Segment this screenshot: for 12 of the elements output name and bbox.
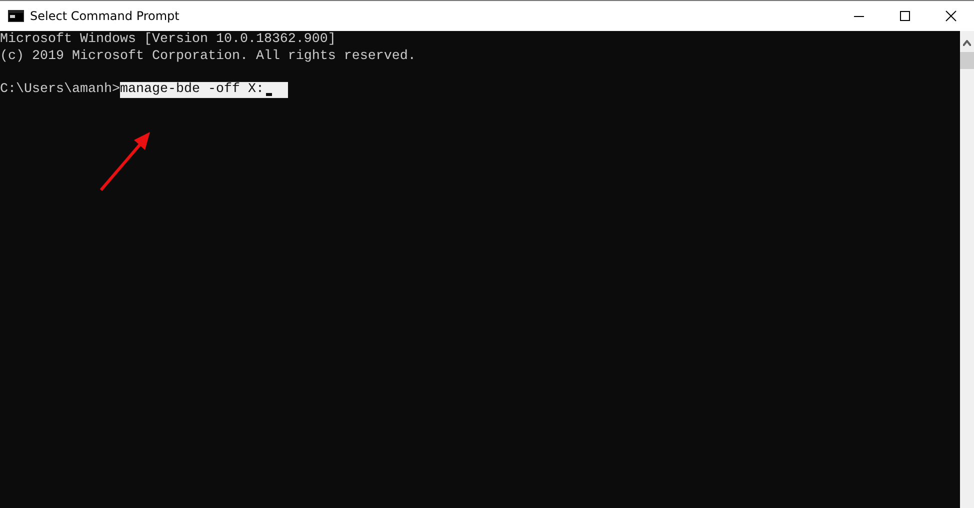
text-cursor	[266, 93, 272, 96]
console-line: Microsoft Windows [Version 10.0.18362.900]	[0, 32, 337, 48]
scrollbar[interactable]	[960, 31, 974, 508]
scroll-up-icon[interactable]	[963, 40, 971, 46]
console-line: (c) 2019 Microsoft Corporation. All rights reserved.	[0, 48, 417, 65]
maximize-icon[interactable]	[899, 10, 911, 22]
window-title: Select Command Prompt	[30, 9, 180, 23]
close-icon[interactable]	[945, 10, 957, 22]
console-icon	[8, 10, 24, 22]
scroll-thumb[interactable]	[960, 52, 974, 69]
prompt-path: C:\Users\amanh>	[0, 82, 120, 98]
command-text: manage-bde -off X:	[120, 82, 264, 98]
